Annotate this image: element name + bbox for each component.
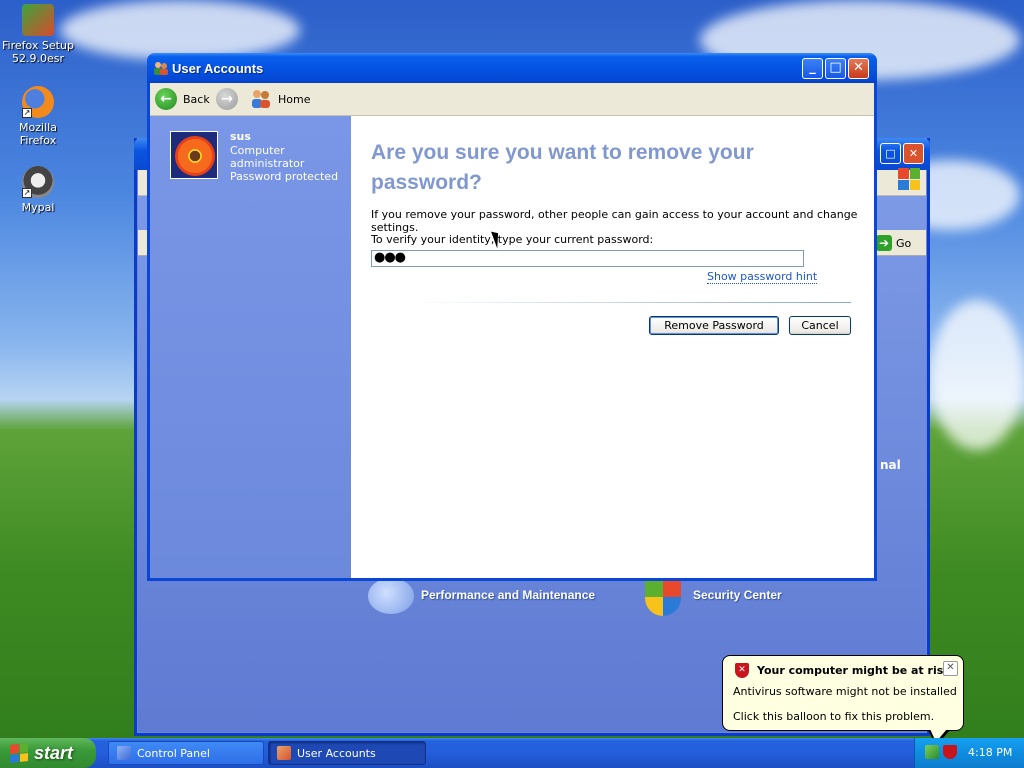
go-arrow-icon: ➔ (876, 235, 892, 251)
installer-icon (22, 4, 54, 36)
explanation-text: If you remove your password, other peopl… (371, 208, 858, 234)
back-button[interactable]: ← Back (155, 87, 210, 111)
close-button[interactable]: ✕ (848, 58, 869, 79)
desktop-icon-label: Mozilla Firefox (19, 121, 57, 147)
desktop-icon-firefox[interactable]: ↗ Mozilla Firefox (0, 86, 76, 147)
divider (407, 302, 851, 303)
windows-flag-icon (10, 743, 28, 763)
navigation-toolbar: ← Back → Home (150, 83, 874, 116)
system-tray: 4:18 PM (914, 738, 1024, 768)
sidebar: sus Computer administrator Password prot… (150, 116, 351, 578)
balloon-message: Antivirus software might not be installe… (733, 685, 957, 698)
taskbar-item-control-panel[interactable]: Control Panel (108, 741, 264, 765)
sky-cloud (60, 0, 300, 60)
category-security-center[interactable]: Security Center (693, 588, 782, 602)
start-button[interactable]: start (0, 738, 96, 768)
flower-picture-icon (175, 136, 215, 176)
user-role-line1: Computer (230, 144, 285, 157)
shield-warning-icon: ✕ (735, 663, 749, 678)
security-balloon[interactable]: ✕ Your computer might be at risk ✕ Antiv… (722, 655, 964, 731)
balloon-title: Your computer might be at risk (757, 664, 951, 677)
desktop-icon-label: Firefox Setup 52.9.0esr (2, 39, 74, 65)
shortcut-arrow-icon: ↗ (22, 108, 32, 118)
users-icon (250, 88, 272, 110)
current-password-field[interactable]: ●●● (371, 250, 804, 267)
start-label: start (34, 742, 74, 763)
forward-button[interactable]: → (216, 87, 238, 111)
sky-cloud (930, 300, 1024, 450)
balloon-close-button[interactable]: ✕ (943, 661, 958, 676)
back-arrow-icon: ← (155, 88, 177, 110)
clock[interactable]: 4:18 PM (968, 746, 1012, 759)
desktop-icon-label: Mypal (21, 201, 55, 214)
user-role-line2: administrator (230, 157, 305, 170)
go-label: Go (896, 236, 912, 250)
security-alert-icon[interactable] (943, 745, 957, 759)
page-title: Are you sure you want to remove your pas… (371, 141, 754, 194)
user-details: Computer administrator Password protecte… (230, 144, 338, 183)
avatar (170, 131, 218, 179)
forward-arrow-icon: → (216, 88, 238, 110)
remove-password-button[interactable]: Remove Password (649, 316, 779, 335)
home-button[interactable]: Home (250, 87, 310, 111)
user-status: Password protected (230, 170, 339, 183)
control-panel-category-label: nal (880, 458, 901, 472)
windows-logo-icon (898, 168, 920, 190)
titlebar[interactable]: User Accounts _ □ ✕ (147, 53, 877, 83)
balloon-action-text: Click this balloon to fix this problem. (733, 710, 935, 723)
performance-icon (368, 578, 414, 614)
home-label: Home (278, 92, 311, 106)
main-content: Are you sure you want to remove your pas… (351, 116, 874, 578)
minimize-button[interactable]: _ (802, 58, 823, 79)
show-password-hint-link[interactable]: Show password hint (707, 270, 818, 284)
maximize-button[interactable]: □ (880, 143, 901, 164)
taskbar-item-user-accounts[interactable]: User Accounts (268, 741, 426, 765)
mypal-icon: ↗ (22, 166, 54, 198)
user-accounts-icon (277, 746, 291, 760)
control-panel-icon (117, 746, 131, 760)
user-name: sus (230, 130, 251, 143)
window-title: User Accounts (172, 61, 264, 76)
maximize-button[interactable]: □ (825, 58, 846, 79)
network-icon[interactable] (925, 745, 939, 759)
cancel-button[interactable]: Cancel (789, 316, 851, 335)
category-performance[interactable]: Performance and Maintenance (421, 588, 595, 602)
verify-label: To verify your identity, type your curre… (371, 233, 654, 246)
user-accounts-window[interactable]: User Accounts _ □ ✕ ← Back → Home sus Co… (147, 53, 877, 581)
close-button[interactable]: ✕ (903, 143, 924, 164)
firefox-icon: ↗ (22, 86, 54, 118)
user-accounts-icon (153, 60, 169, 76)
shortcut-arrow-icon: ↗ (22, 188, 32, 198)
back-label: Back (183, 92, 210, 106)
desktop-icon-mypal[interactable]: ↗ Mypal (0, 166, 76, 214)
security-center-icon (645, 578, 681, 616)
taskbar-item-label: Control Panel (137, 746, 210, 760)
desktop-icon-firefox-setup[interactable]: Firefox Setup 52.9.0esr (0, 4, 76, 65)
taskbar-item-label: User Accounts (297, 746, 376, 760)
go-button[interactable]: ➔ Go (876, 233, 911, 253)
